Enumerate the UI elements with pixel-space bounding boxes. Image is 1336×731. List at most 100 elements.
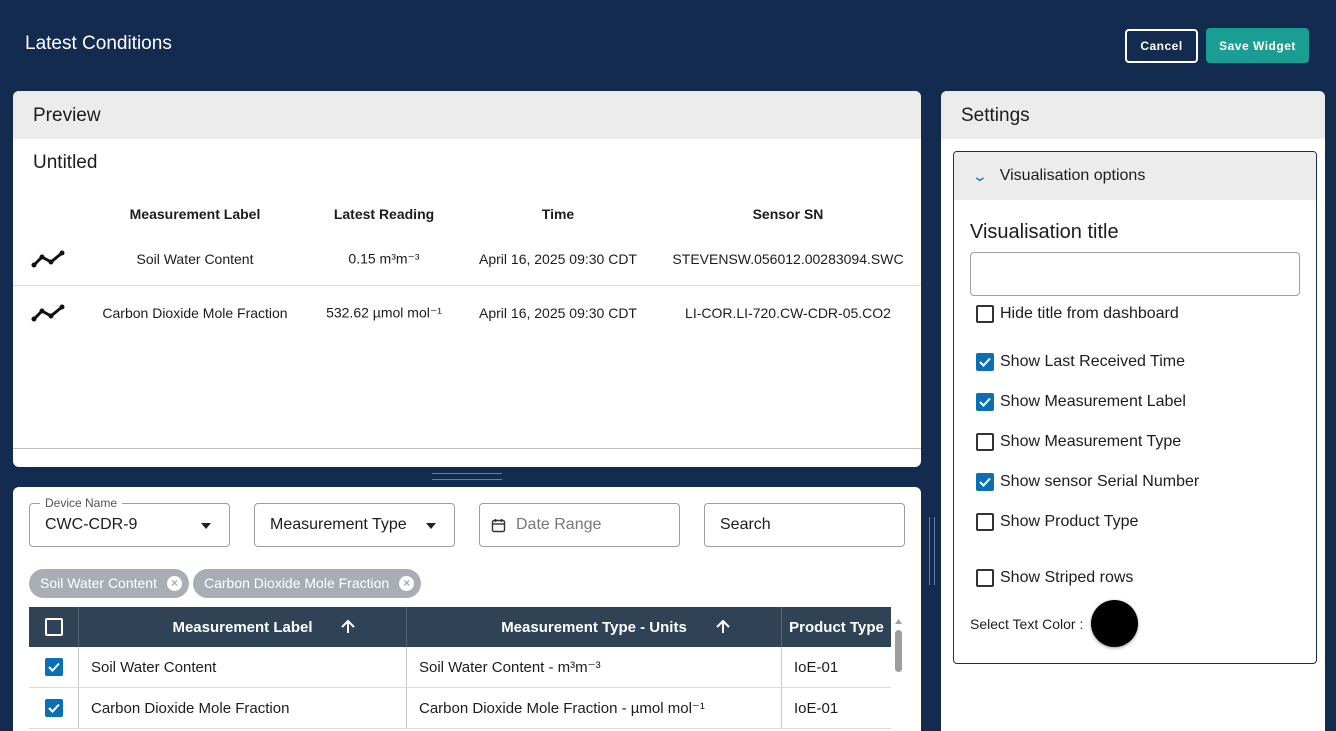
date-range-input[interactable]: Date Range bbox=[479, 503, 680, 547]
preview-table-header: Measurement Label Latest Reading Time Se… bbox=[13, 195, 921, 233]
table-scrollbar[interactable] bbox=[895, 630, 902, 672]
row-select-cell bbox=[29, 688, 79, 728]
chevron-down-icon[interactable]: ⌄ bbox=[972, 168, 988, 185]
cell-product-type: IoE-01 bbox=[794, 658, 839, 676]
cell-measurement-label: Carbon Dioxide Mole Fraction bbox=[79, 688, 407, 728]
col-product-type[interactable]: Product Type bbox=[782, 607, 891, 647]
preview-col-reading: Latest Reading bbox=[333, 206, 435, 222]
cell-type-units: Soil Water Content - m³m⁻³ bbox=[407, 647, 782, 687]
table-row[interactable]: Soil Water Content Soil Water Content - … bbox=[29, 647, 891, 688]
visualisation-title-label: Visualisation title bbox=[970, 221, 1119, 243]
settings-header: Settings bbox=[941, 91, 1325, 139]
text-color-label: Select Text Color : bbox=[970, 615, 1084, 632]
measurement-selector-panel: Device Name CWC-CDR-9 Measurement Type D… bbox=[13, 487, 921, 731]
option-label: Show Last Received Time bbox=[1000, 353, 1185, 370]
dropdown-caret-icon bbox=[426, 523, 436, 529]
device-name-label: Device Name bbox=[40, 496, 123, 510]
trend-line-icon bbox=[31, 250, 65, 268]
cell-product-type: IoE-01 bbox=[794, 699, 839, 717]
visualisation-title-input[interactable] bbox=[970, 252, 1300, 296]
col-product-type-text: Product Type bbox=[789, 618, 884, 636]
col-measurement-type-units[interactable]: Measurement Type - Units bbox=[407, 607, 782, 647]
option-product-type[interactable]: Show Product Type bbox=[976, 513, 1138, 531]
option-last-received-time[interactable]: Show Last Received Time bbox=[976, 353, 1185, 371]
row-checkbox[interactable] bbox=[44, 699, 63, 717]
option-label: Show Measurement Label bbox=[1000, 393, 1186, 410]
preview-cell-sensor: STEVENSW.056012.00283094.SWC bbox=[672, 251, 904, 267]
option-label: Show Product Type bbox=[1000, 513, 1139, 530]
panel-resize-handle[interactable] bbox=[432, 473, 502, 480]
measurement-type-select[interactable]: Measurement Type bbox=[254, 503, 455, 547]
select-all-checkbox[interactable] bbox=[44, 618, 63, 636]
preview-cell-label: Carbon Dioxide Mole Fraction bbox=[102, 304, 288, 321]
sort-ascending-icon[interactable] bbox=[715, 619, 731, 635]
measurement-label-checkbox[interactable] bbox=[976, 393, 994, 411]
preview-row: Carbon Dioxide Mole Fraction 532.62 µmol… bbox=[13, 286, 921, 339]
chip-remove-icon[interactable]: × bbox=[166, 576, 182, 591]
option-serial-number[interactable]: Show sensor Serial Number bbox=[976, 473, 1199, 491]
checkmark-icon bbox=[979, 397, 991, 407]
filter-chip[interactable]: Carbon Dioxide Mole Fraction × bbox=[193, 569, 422, 598]
dropdown-caret-icon bbox=[201, 523, 211, 529]
search-placeholder: Search bbox=[720, 516, 771, 533]
option-label: Show sensor Serial Number bbox=[1000, 473, 1200, 490]
sort-ascending-icon[interactable] bbox=[340, 619, 356, 635]
text-color-swatch[interactable] bbox=[1091, 600, 1139, 647]
cancel-button[interactable]: Cancel bbox=[1125, 29, 1198, 63]
search-input[interactable]: Search bbox=[704, 503, 905, 547]
last-received-time-checkbox[interactable] bbox=[976, 353, 994, 371]
row-checkbox[interactable] bbox=[44, 658, 63, 676]
scroll-up-arrow-icon[interactable] bbox=[894, 615, 903, 627]
preview-col-time: Time bbox=[541, 206, 575, 222]
preview-cell-reading: 0.15 m³m⁻³ bbox=[348, 250, 420, 267]
text-color-row: Select Text Color : bbox=[970, 600, 1139, 647]
settings-panel: Settings ⌄ Visualisation options Visuali… bbox=[941, 91, 1325, 731]
visualisation-options-accordion: ⌄ Visualisation options Visualisation ti… bbox=[953, 151, 1317, 664]
option-hide-title[interactable]: Hide title from dashboard bbox=[976, 305, 1179, 323]
col-measurement-label[interactable]: Measurement Label bbox=[79, 607, 407, 647]
preview-cell-time: April 16, 2025 09:30 CDT bbox=[479, 251, 637, 267]
checkmark-icon bbox=[47, 703, 60, 713]
preview-table: Measurement Label Latest Reading Time Se… bbox=[13, 195, 921, 339]
option-measurement-type[interactable]: Show Measurement Type bbox=[976, 433, 1181, 451]
striped-rows-checkbox[interactable] bbox=[976, 569, 994, 587]
filter-chip[interactable]: Soil Water Content × bbox=[29, 569, 189, 598]
product-type-checkbox[interactable] bbox=[976, 513, 994, 531]
preview-cell-time: April 16, 2025 09:30 CDT bbox=[479, 304, 637, 321]
col-measurement-label-text: Measurement Label bbox=[172, 618, 313, 636]
option-label: Show Measurement Type bbox=[1000, 433, 1182, 450]
measurements-table: Measurement Label Measurement Type - Uni… bbox=[29, 607, 891, 729]
save-widget-button[interactable]: Save Widget bbox=[1206, 28, 1309, 63]
accordion-header[interactable]: ⌄ Visualisation options bbox=[954, 152, 1316, 200]
table-row[interactable]: Carbon Dioxide Mole Fraction Carbon Diox… bbox=[29, 688, 891, 729]
row-select-cell bbox=[29, 647, 79, 687]
preview-cell-reading: 532.62 µmol mol⁻¹ bbox=[326, 304, 442, 320]
option-label: Show Striped rows bbox=[1000, 569, 1134, 586]
measurement-type-placeholder: Measurement Type bbox=[270, 516, 407, 533]
preview-panel: Preview Untitled Measurement Label Lates… bbox=[13, 91, 921, 467]
chip-remove-icon[interactable]: × bbox=[399, 576, 415, 591]
serial-number-checkbox[interactable] bbox=[976, 473, 994, 491]
preview-cell-label: Soil Water Content bbox=[136, 251, 254, 267]
device-name-value: CWC-CDR-9 bbox=[45, 516, 138, 533]
preview-row: Soil Water Content 0.15 m³m⁻³ April 16, … bbox=[13, 233, 921, 286]
device-name-select[interactable]: Device Name CWC-CDR-9 bbox=[29, 496, 230, 547]
preview-widget-title: Untitled bbox=[33, 152, 98, 173]
col-measurement-type-units-text: Measurement Type - Units bbox=[501, 618, 687, 636]
trend-line-icon bbox=[31, 304, 65, 321]
option-striped-rows[interactable]: Show Striped rows bbox=[976, 569, 1133, 587]
checkmark-icon bbox=[979, 357, 991, 367]
select-all-cell bbox=[29, 607, 79, 647]
cell-type-units: Carbon Dioxide Mole Fraction - µmol mol⁻… bbox=[407, 688, 782, 728]
checkmark-icon bbox=[979, 477, 991, 487]
checkmark-icon bbox=[47, 662, 60, 672]
preview-col-sensor: Sensor SN bbox=[752, 206, 824, 222]
page-title: Latest Conditions bbox=[25, 33, 172, 54]
hide-title-checkbox[interactable] bbox=[976, 305, 994, 323]
calendar-icon bbox=[491, 519, 506, 533]
column-resize-handle[interactable] bbox=[929, 517, 935, 585]
option-label: Hide title from dashboard bbox=[1000, 305, 1179, 322]
option-measurement-label[interactable]: Show Measurement Label bbox=[976, 393, 1186, 411]
preview-header: Preview bbox=[13, 91, 921, 139]
measurement-type-checkbox[interactable] bbox=[976, 433, 994, 451]
